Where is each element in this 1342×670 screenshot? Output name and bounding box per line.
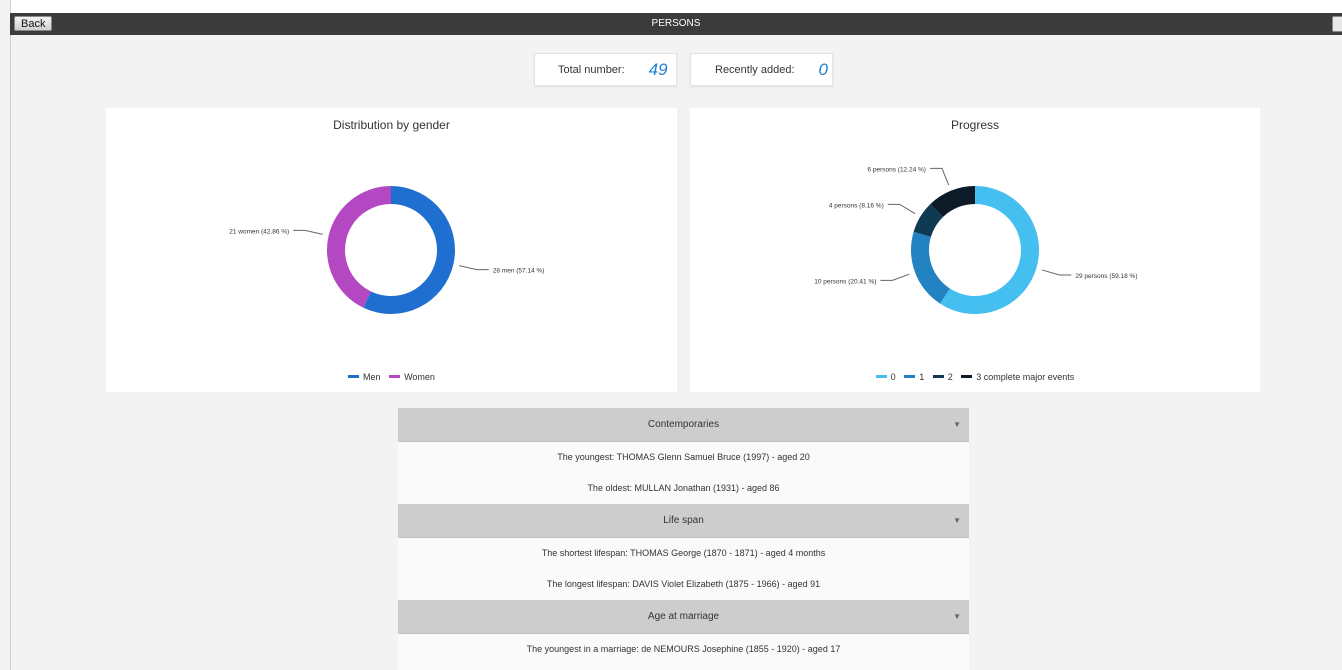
slice-leader-line xyxy=(887,203,916,215)
window-menu-button[interactable] xyxy=(1332,16,1342,32)
slice-leader-line xyxy=(1041,269,1072,276)
total-number-card: Total number: 49 xyxy=(534,53,677,86)
legend-item-2[interactable]: 2 xyxy=(932,372,953,382)
title-bar: Back PERSONS xyxy=(10,13,1342,35)
legend-swatch-2 xyxy=(932,375,944,379)
recently-added-card: Recently added: 0 xyxy=(690,53,833,86)
gender-distribution-panel: Distribution by gender 28 men (57.14 %) 2… xyxy=(106,108,677,392)
slice-data-label: 10 persons (20.41 %) xyxy=(814,278,876,285)
legend-label-2: 2 xyxy=(947,372,953,382)
progress-chart-legend: 0 1 2 3 complete major events xyxy=(690,372,1260,382)
legend-label-0: 0 xyxy=(890,372,896,382)
slice-data-label: 4 persons (8.16 %) xyxy=(829,202,884,209)
slice-data-label: 29 persons (59.18 %) xyxy=(1075,273,1137,280)
legend-item-0[interactable]: 0 xyxy=(875,372,896,382)
legend-item-women[interactable]: Women xyxy=(389,372,435,382)
legend-swatch-women xyxy=(389,375,401,379)
slice-data-label: 6 persons (12.24 %) xyxy=(867,166,926,173)
legend-swatch-1 xyxy=(904,375,916,379)
progress-donut-chart: 29 persons (59.18 %) 10 persons (20.41 %)… xyxy=(814,166,1138,314)
slice-leader-line xyxy=(459,265,489,271)
legend-item-3[interactable]: 3 complete major events xyxy=(961,372,1074,382)
slice-data-label: 28 men (57.14 %) xyxy=(493,268,545,275)
slice-leader-line xyxy=(880,273,910,281)
list-item-oldest: The oldest: MULLAN Jonathan (1931) - age… xyxy=(398,473,969,504)
accordion-header-age-at-marriage[interactable]: Age at marriage ▼ xyxy=(398,600,969,634)
legend-swatch-3 xyxy=(961,375,973,379)
persons-dashboard: Total number: 49 Recently added: 0 Distr… xyxy=(11,35,1342,670)
window-title: PERSONS xyxy=(651,18,701,29)
legend-item-1[interactable]: 1 xyxy=(904,372,924,382)
legend-label-3: 3 complete major events xyxy=(976,372,1075,382)
accordion-title-contemporaries: Contemporaries xyxy=(647,419,720,430)
legend-swatch-men xyxy=(348,375,360,379)
legend-label-1: 1 xyxy=(919,372,925,382)
accordion-header-life-span[interactable]: Life span ▼ xyxy=(398,504,969,538)
slice-leader-line xyxy=(293,229,323,235)
accordion-title-age-at-marriage: Age at marriage xyxy=(647,611,720,622)
statistics-accordion: Contemporaries ▼ The youngest: THOMAS Gl… xyxy=(398,408,969,670)
legend-item-men[interactable]: Men xyxy=(348,372,381,382)
list-item-longest-lifespan: The longest lifespan: DAVIS Violet Eliza… xyxy=(398,569,969,600)
legend-swatch-0 xyxy=(875,375,887,379)
progress-panel: Progress 29 persons (59.18 %) 10 persons … xyxy=(690,108,1260,392)
list-item-youngest-in-marriage: The youngest in a marriage: de NEMOURS J… xyxy=(398,634,969,665)
slice-leader-line xyxy=(929,167,950,186)
donut-slice-1[interactable] xyxy=(911,231,950,304)
legend-label-men: Men xyxy=(363,372,381,382)
chevron-down-icon: ▼ xyxy=(953,612,961,621)
chevron-down-icon: ▼ xyxy=(953,420,961,429)
list-item-youngest: The youngest: THOMAS Glenn Samuel Bruce … xyxy=(398,442,969,473)
recently-added-label: Recently added: xyxy=(715,63,795,76)
chevron-down-icon: ▼ xyxy=(953,516,961,525)
donut-slice-women[interactable] xyxy=(327,186,391,308)
list-item-shortest-lifespan: The shortest lifespan: THOMAS George (18… xyxy=(398,538,969,569)
total-number-value: 49 xyxy=(648,59,668,79)
recently-added-value: 0 xyxy=(818,59,828,79)
slice-data-label: 21 women (42.86 %) xyxy=(229,228,289,235)
window-left-frame xyxy=(0,0,11,670)
gender-donut-chart: 28 men (57.14 %) 21 women (42.86 %) xyxy=(229,186,545,314)
legend-label-women: Women xyxy=(404,372,435,382)
accordion-header-contemporaries[interactable]: Contemporaries ▼ xyxy=(398,408,969,442)
total-number-label: Total number: xyxy=(558,63,625,76)
accordion-title-life-span: Life span xyxy=(663,515,704,526)
gender-chart-legend: Men Women xyxy=(106,372,677,382)
